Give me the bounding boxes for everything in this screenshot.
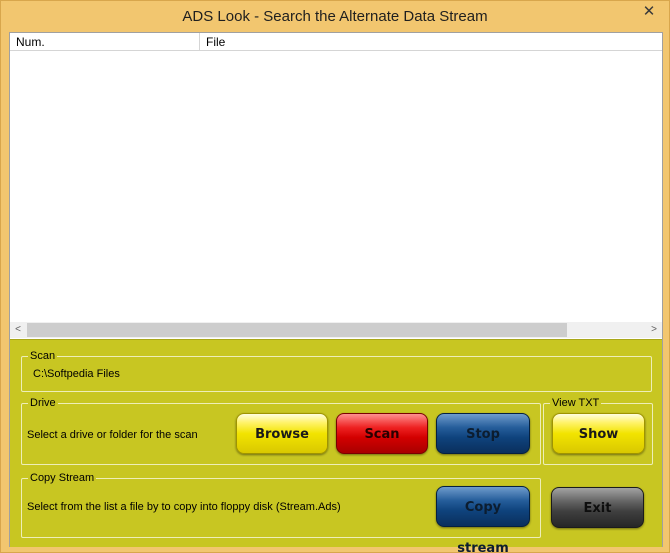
browse-button[interactable]: Browse	[236, 413, 328, 454]
drive-group-label: Drive	[28, 396, 58, 410]
copy-stream-button[interactable]: Copy stream	[436, 486, 530, 553]
horizontal-scrollbar[interactable]: < >	[10, 322, 662, 338]
scan-group: Scan C:\Softpedia Files	[21, 349, 652, 392]
copy-stream-group: Copy Stream Select from the list a file …	[21, 471, 541, 553]
stream-list[interactable]: Num. File < >	[10, 33, 662, 338]
scrollbar-thumb[interactable]	[27, 323, 567, 337]
exit-button[interactable]: Exit	[551, 487, 644, 528]
scan-group-label: Scan	[28, 349, 58, 363]
column-header-num[interactable]: Num.	[10, 33, 200, 51]
view-txt-group: View TXT Show	[543, 396, 653, 465]
list-header: Num. File	[10, 33, 662, 51]
list-body[interactable]	[10, 52, 662, 322]
window-title: ADS Look - Search the Alternate Data Str…	[182, 8, 488, 25]
view-txt-group-label: View TXT	[550, 396, 602, 410]
client-area: Num. File < > Scan C:\Softpedia Files Dr…	[9, 32, 663, 553]
close-icon[interactable]: ✕	[635, 3, 663, 21]
drive-group: Drive Select a drive or folder for the s…	[21, 396, 541, 465]
control-panel: Scan C:\Softpedia Files Drive Select a d…	[10, 339, 662, 553]
stop-button[interactable]: Stop	[436, 413, 530, 454]
copy-stream-group-label: Copy Stream	[28, 471, 97, 485]
scan-button[interactable]: Scan	[336, 413, 428, 454]
column-header-file[interactable]: File	[200, 33, 662, 51]
show-button[interactable]: Show	[552, 413, 645, 454]
title-bar[interactable]: ADS Look - Search the Alternate Data Str…	[1, 1, 669, 31]
app-window: ADS Look - Search the Alternate Data Str…	[0, 0, 670, 553]
copy-hint: Select from the list a file by to copy i…	[27, 501, 341, 513]
drive-hint: Select a drive or folder for the scan	[27, 429, 198, 441]
scroll-right-icon[interactable]: >	[646, 322, 662, 338]
scroll-left-icon[interactable]: <	[10, 322, 26, 338]
scan-path: C:\Softpedia Files	[33, 368, 120, 380]
